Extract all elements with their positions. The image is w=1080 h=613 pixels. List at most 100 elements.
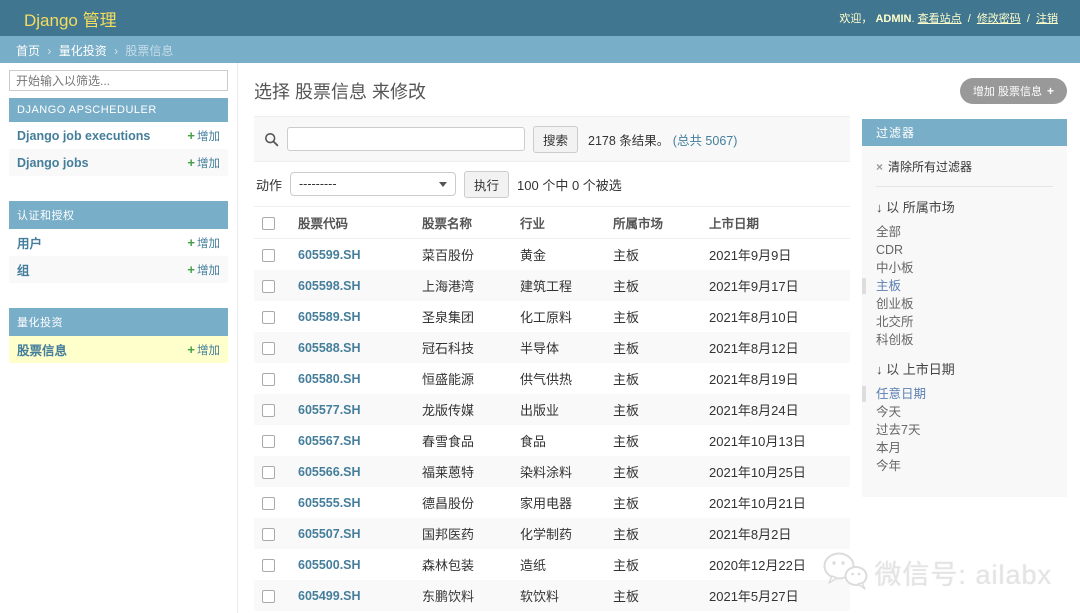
filter-option-link[interactable]: 本月 <box>876 441 901 455</box>
link-separator: / <box>967 13 971 25</box>
filter-option-link[interactable]: 今天 <box>876 405 901 419</box>
market-cell: 主板 <box>613 527 640 542</box>
stock-code-link[interactable]: 605507.SH <box>298 527 361 541</box>
sidebar-item-groups[interactable]: 组 + 增加 <box>9 256 228 283</box>
row-checkbox[interactable] <box>262 435 275 449</box>
go-button[interactable]: 执行 <box>464 170 510 198</box>
stock-code-link[interactable]: 605599.SH <box>298 248 361 262</box>
listdate-cell: 2021年5月27日 <box>709 589 799 604</box>
filter-option[interactable]: 全部 <box>876 223 1053 241</box>
stock-code-link[interactable]: 605589.SH <box>298 310 361 324</box>
listdate-cell: 2021年9月17日 <box>709 279 799 294</box>
filter-option-link[interactable]: 中小板 <box>876 261 914 275</box>
row-checkbox[interactable] <box>262 528 275 542</box>
industry-cell: 食品 <box>520 434 547 449</box>
col-header-listdate: 上市日期 <box>701 206 850 239</box>
checkbox-cell <box>254 425 290 456</box>
row-checkbox[interactable] <box>262 497 275 511</box>
filter-option[interactable]: 本月 <box>876 439 1053 457</box>
breadcrumb: 首页 › 量化投资 › 股票信息 <box>0 36 1080 63</box>
action-select[interactable]: --------- <box>290 172 457 196</box>
filter-option[interactable]: 北交所 <box>876 313 1053 331</box>
stock-name-cell: 森林包装 <box>422 558 475 573</box>
filter-option[interactable]: 中小板 <box>876 259 1053 277</box>
stock-code-link[interactable]: 605499.SH <box>298 589 361 603</box>
breadcrumb-home[interactable]: 首页 <box>16 44 40 58</box>
filter-option[interactable]: 今天 <box>876 403 1053 421</box>
filter-option[interactable]: 科创板 <box>876 331 1053 349</box>
breadcrumb-app[interactable]: 量化投资 <box>59 44 107 58</box>
sidebar-add-link[interactable]: + 增加 <box>187 128 220 144</box>
stock-code-link[interactable]: 605566.SH <box>298 465 361 479</box>
listdate-cell: 2021年10月25日 <box>709 465 806 480</box>
industry-cell: 半导体 <box>520 341 560 356</box>
row-checkbox[interactable] <box>262 342 275 356</box>
sidebar-filter-input[interactable] <box>9 70 228 91</box>
filter-option[interactable]: 主板 <box>862 277 1053 295</box>
checkbox-cell <box>254 239 290 271</box>
plus-icon: + <box>187 341 195 357</box>
row-checkbox[interactable] <box>262 466 275 480</box>
row-checkbox[interactable] <box>262 404 275 418</box>
filter-option[interactable]: CDR <box>876 241 1053 259</box>
sidebar-item-label[interactable]: Django jobs <box>17 156 89 170</box>
stock-code-link[interactable]: 605555.SH <box>298 496 361 510</box>
logout-link[interactable]: 注销 <box>1036 13 1058 25</box>
filter-option-link[interactable]: 过去7天 <box>876 423 920 437</box>
sidebar-item-users[interactable]: 用户 + 增加 <box>9 229 228 256</box>
sidebar-item-label[interactable]: 组 <box>17 260 30 279</box>
sidebar-item-label[interactable]: 用户 <box>17 233 42 252</box>
row-checkbox[interactable] <box>262 590 275 604</box>
change-password-link[interactable]: 修改密码 <box>977 13 1021 25</box>
stock-code-link[interactable]: 605577.SH <box>298 403 361 417</box>
filter-options: 全部 CDR 中小板主板创业板北交所科创板 <box>862 223 1053 349</box>
view-site-link[interactable]: 查看站点 <box>918 13 962 25</box>
stock-code-cell: 605567.SH <box>290 425 414 456</box>
stock-code-cell: 605589.SH <box>290 301 414 332</box>
stock-code-link[interactable]: 605500.SH <box>298 558 361 572</box>
sidebar-item-label[interactable]: 股票信息 <box>17 340 67 359</box>
filter-option[interactable]: 过去7天 <box>876 421 1053 439</box>
search-icon <box>264 132 279 147</box>
add-stock-button[interactable]: 增加 股票信息 + <box>959 78 1067 104</box>
filter-option-link[interactable]: 科创板 <box>876 333 914 347</box>
filter-option[interactable]: 创业板 <box>876 295 1053 313</box>
stock-code-link[interactable]: 605598.SH <box>298 279 361 293</box>
sidebar-module: DJANGO APSCHEDULER Django job executions +… <box>9 98 228 176</box>
sidebar-item-label[interactable]: Django job executions <box>17 129 150 143</box>
result-count-text: 2178 条结果。 <box>588 133 670 148</box>
row-checkbox[interactable] <box>262 280 275 294</box>
clear-all-filters-link[interactable]: × 清除所有过滤器 <box>876 158 972 175</box>
select-all-checkbox[interactable] <box>262 216 275 230</box>
filter-option-link[interactable]: 任意日期 <box>876 387 926 401</box>
sidebar-item-django-jobs[interactable]: Django jobs + 增加 <box>9 149 228 176</box>
sidebar-item-stock-info[interactable]: 股票信息 + 增加 <box>9 336 228 363</box>
row-checkbox[interactable] <box>262 373 275 387</box>
search-input[interactable] <box>287 127 525 151</box>
sidebar-add-link[interactable]: + 增加 <box>187 342 220 358</box>
chevron-down-icon <box>439 181 448 187</box>
sidebar-add-link[interactable]: + 增加 <box>187 235 220 251</box>
row-checkbox[interactable] <box>262 249 275 263</box>
stock-code-cell: 605500.SH <box>290 549 414 580</box>
show-all-link[interactable]: (总共 5067) <box>673 134 738 148</box>
row-checkbox[interactable] <box>262 559 275 573</box>
sidebar-add-link[interactable]: + 增加 <box>187 262 220 278</box>
table-row: 605577.SH 龙版传媒 出版业 主板 2021年8月24日 <box>254 394 850 425</box>
filter-option[interactable]: 任意日期 <box>862 385 1053 403</box>
stock-code-link[interactable]: 605580.SH <box>298 372 361 386</box>
stock-code-link[interactable]: 605567.SH <box>298 434 361 448</box>
filter-option-link[interactable]: CDR <box>876 243 903 257</box>
stock-code-link[interactable]: 605588.SH <box>298 341 361 355</box>
industry-cell: 软饮料 <box>520 589 560 604</box>
filter-option-link[interactable]: 全部 <box>876 225 901 239</box>
search-button[interactable]: 搜索 <box>533 125 579 153</box>
filter-option[interactable]: 今年 <box>876 457 1053 475</box>
sidebar-add-link[interactable]: + 增加 <box>187 155 220 171</box>
filter-option-link[interactable]: 主板 <box>876 279 901 293</box>
row-checkbox[interactable] <box>262 311 275 325</box>
filter-option-link[interactable]: 创业板 <box>876 297 914 311</box>
filter-option-link[interactable]: 今年 <box>876 459 901 473</box>
sidebar-item-django-job-executions[interactable]: Django job executions + 增加 <box>9 122 228 149</box>
filter-option-link[interactable]: 北交所 <box>876 315 914 329</box>
